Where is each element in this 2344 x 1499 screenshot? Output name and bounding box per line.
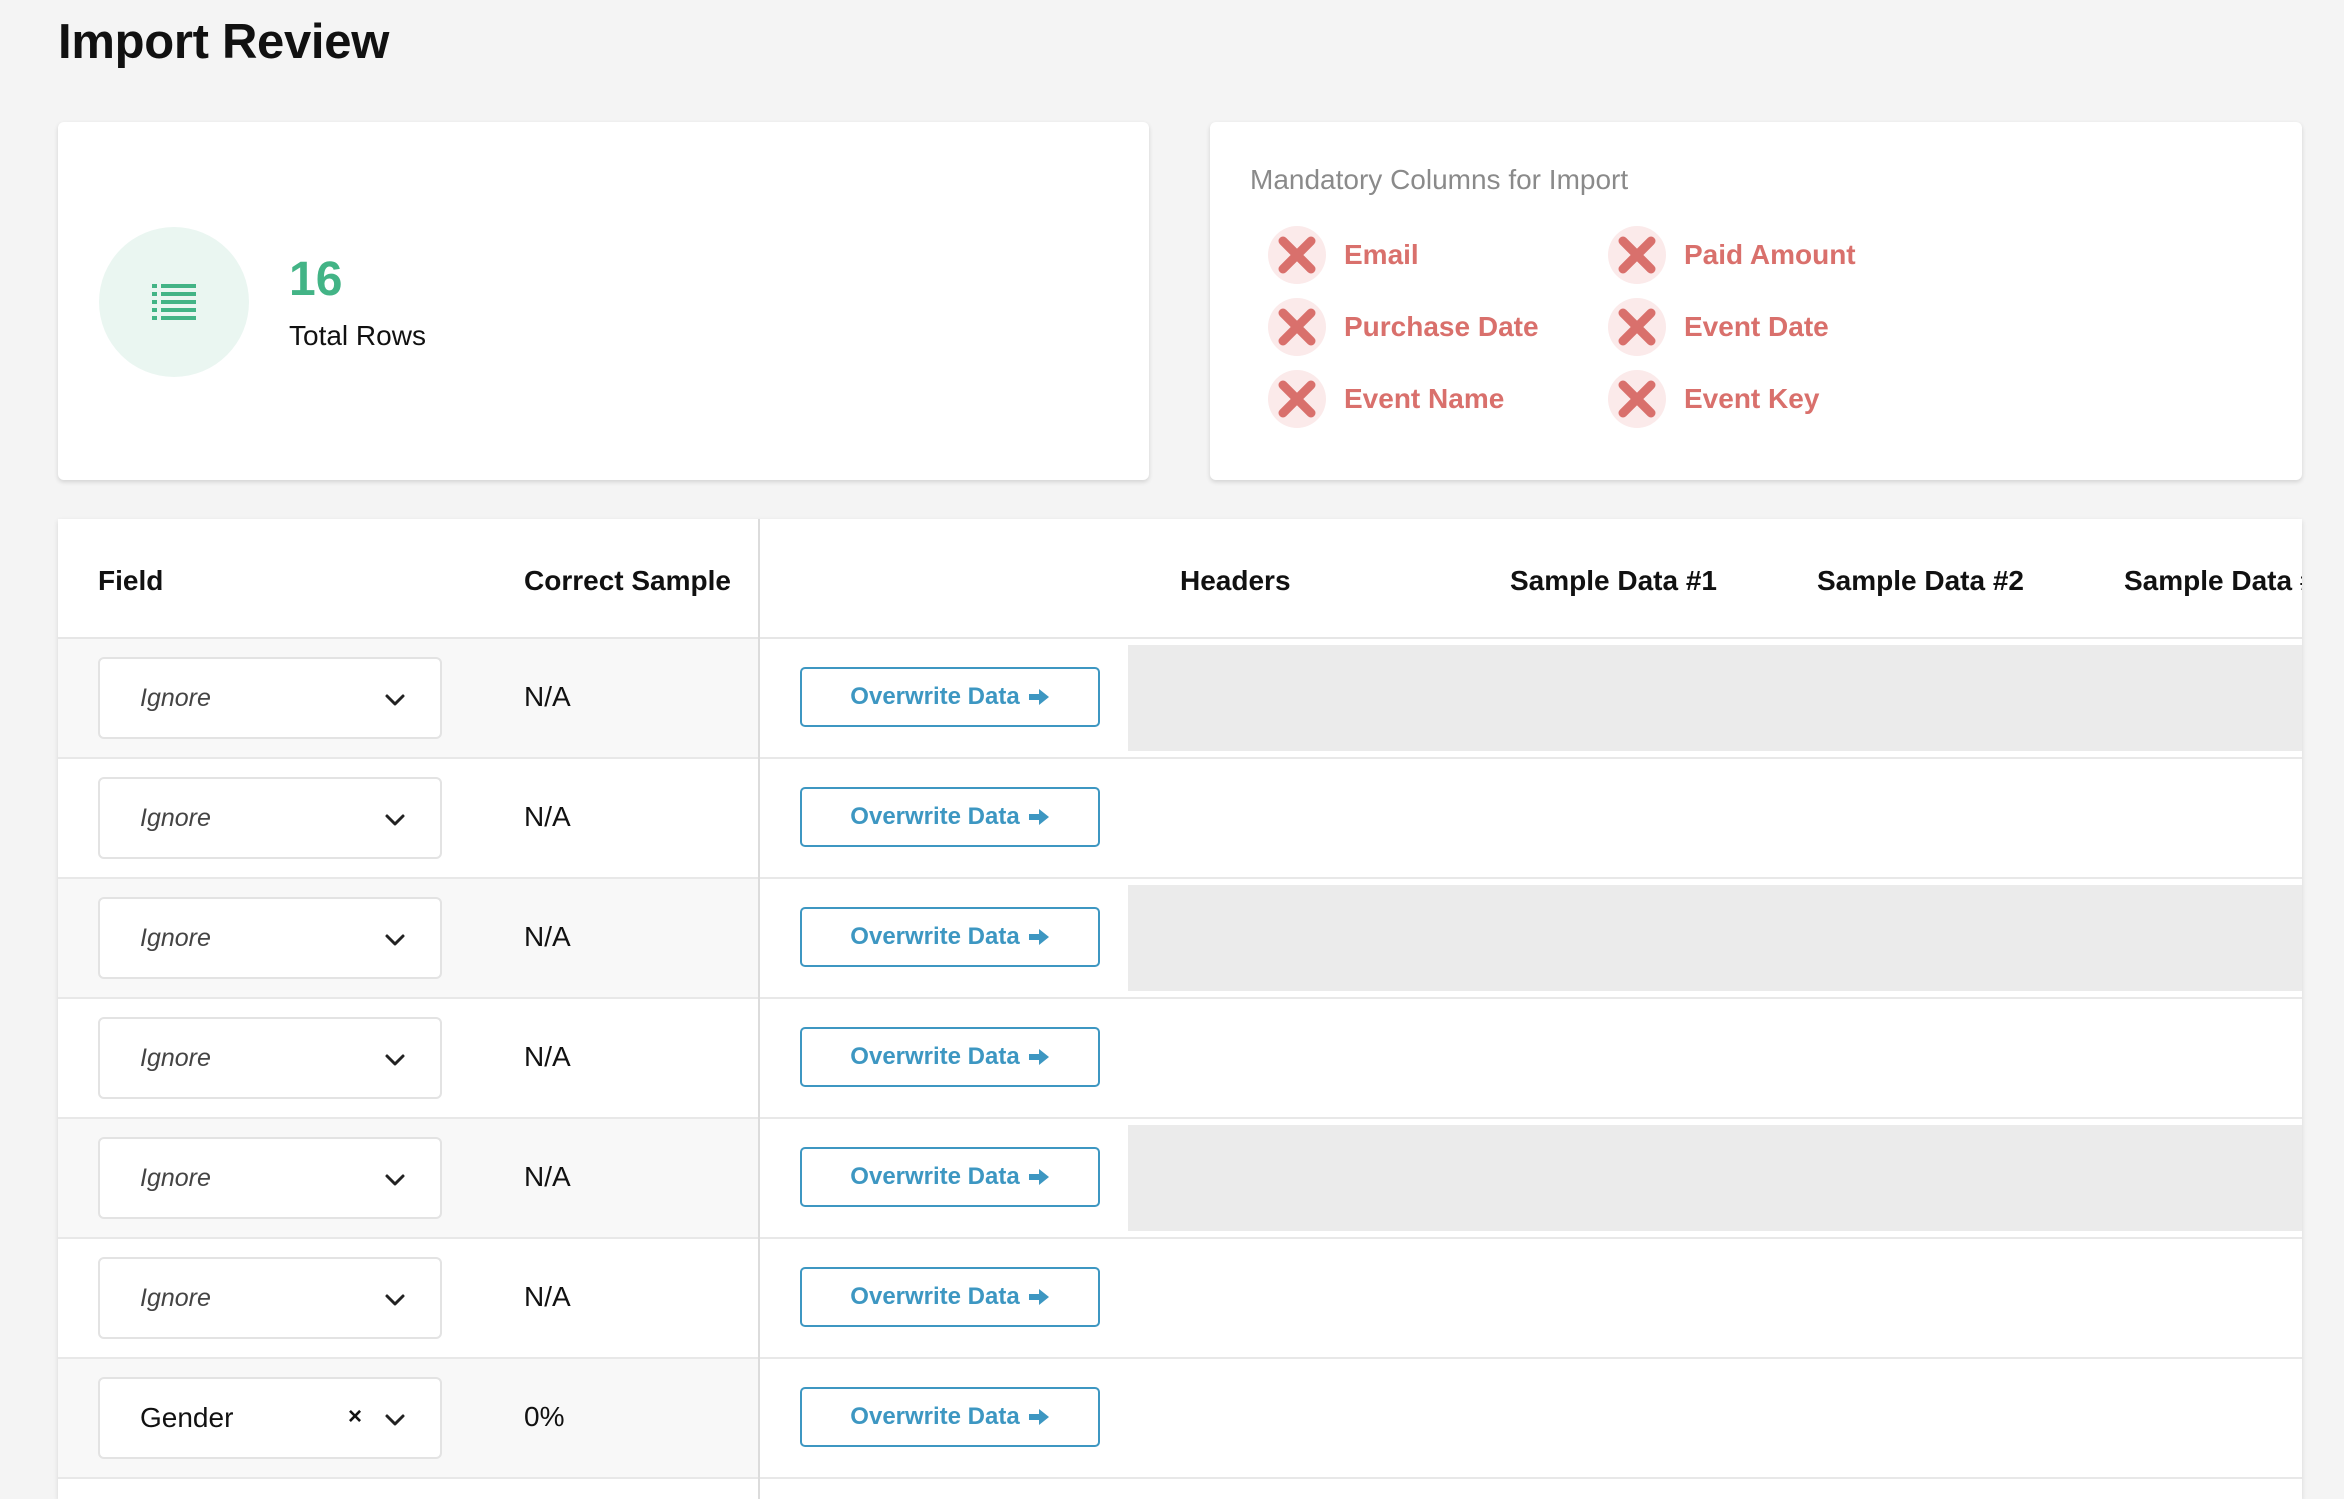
arrow-right-icon [1028, 688, 1050, 706]
mandatory-item-event-date: Event Date [1608, 298, 1829, 356]
overwrite-data-label: Overwrite Data [850, 1403, 1020, 1430]
field-select-value: Ignore [140, 924, 211, 952]
mandatory-item-paid-amount: Paid Amount [1608, 226, 1856, 284]
correct-sample-value: N/A [524, 801, 571, 832]
header-correct-sample: Correct Sample [524, 565, 731, 596]
overwrite-data-button[interactable]: Overwrite Data [800, 1027, 1100, 1087]
arrow-right-icon [1028, 808, 1050, 826]
header-sample-data-1: Sample Data #1 [1510, 565, 1717, 596]
chevron-down-icon[interactable] [384, 1409, 406, 1431]
arrow-right-icon [1028, 1168, 1050, 1186]
header-field: Field [98, 565, 164, 596]
table-row: Ignore N/A Overwrite Data [58, 759, 2302, 879]
table-row: Ignore N/A Overwrite Data [58, 999, 2302, 1119]
correct-sample-value: N/A [524, 681, 571, 712]
chevron-down-icon[interactable] [384, 809, 406, 831]
x-icon [1608, 298, 1666, 356]
mandatory-item-event-key: Event Key [1608, 370, 1819, 428]
chevron-down-icon[interactable] [384, 929, 406, 951]
mandatory-item-label: Email [1344, 239, 1419, 270]
total-rows-label: Total Rows [289, 320, 426, 351]
table-row: Ignore N/A Overwrite Data [58, 879, 2302, 999]
x-icon [1268, 226, 1326, 284]
overwrite-data-button[interactable]: Overwrite Data [800, 1387, 1100, 1447]
row-data-band [1128, 645, 2302, 751]
chevron-down-icon[interactable] [384, 689, 406, 711]
list-icon [99, 227, 249, 377]
arrow-right-icon [1028, 928, 1050, 946]
column-divider [758, 519, 760, 1499]
overwrite-data-label: Overwrite Data [850, 683, 1020, 710]
table-row: Ignore N/A Overwrite Data [58, 639, 2302, 759]
overwrite-data-button[interactable]: Overwrite Data [800, 667, 1100, 727]
total-rows-card: 16 Total Rows [58, 122, 1149, 480]
table-row: Ignore N/A Overwrite Data [58, 1119, 2302, 1239]
overwrite-data-label: Overwrite Data [850, 1043, 1020, 1070]
header-sample-data-2: Sample Data #2 [1817, 565, 2024, 596]
mandatory-columns-card: Mandatory Columns for Import Email Paid … [1210, 122, 2302, 480]
import-mapping-table: Field Correct Sample Headers Sample Data… [58, 519, 2302, 1499]
header-headers: Headers [1180, 565, 1291, 596]
mandatory-item-label: Paid Amount [1684, 239, 1856, 270]
field-select-value: Gender [140, 1402, 234, 1433]
overwrite-data-button[interactable]: Overwrite Data [800, 787, 1100, 847]
row-data-band [1128, 1125, 2302, 1231]
row-data-band [1128, 885, 2302, 991]
overwrite-data-label: Overwrite Data [850, 923, 1020, 950]
field-select[interactable]: Ignore [98, 1017, 442, 1099]
correct-sample-value: N/A [524, 1041, 571, 1072]
field-select[interactable]: Ignore [98, 777, 442, 859]
overwrite-data-button[interactable]: Overwrite Data [800, 1267, 1100, 1327]
x-icon [1268, 298, 1326, 356]
field-select-value: Ignore [140, 1044, 211, 1072]
x-icon [1608, 370, 1666, 428]
total-rows-count: 16 [289, 253, 343, 306]
chevron-down-icon[interactable] [384, 1289, 406, 1311]
field-select-value: Ignore [140, 804, 211, 832]
overwrite-data-label: Overwrite Data [850, 803, 1020, 830]
overwrite-data-label: Overwrite Data [850, 1163, 1020, 1190]
table-row: Gender × 0% Overwrite Data [58, 1359, 2302, 1479]
mandatory-columns-title: Mandatory Columns for Import [1250, 164, 1629, 195]
x-icon [1608, 226, 1666, 284]
field-select[interactable]: Gender × [98, 1377, 442, 1459]
field-select[interactable]: Ignore [98, 897, 442, 979]
overwrite-data-button[interactable]: Overwrite Data [800, 907, 1100, 967]
x-icon [1268, 370, 1326, 428]
correct-sample-value: 0% [524, 1401, 565, 1432]
field-select[interactable]: Ignore [98, 1257, 442, 1339]
mandatory-item-label: Event Name [1344, 383, 1505, 414]
arrow-right-icon [1028, 1048, 1050, 1066]
mandatory-item-purchase-date: Purchase Date [1268, 298, 1539, 356]
mandatory-item-label: Event Date [1684, 311, 1829, 342]
correct-sample-value: N/A [524, 1161, 571, 1192]
mandatory-item-label: Purchase Date [1344, 311, 1539, 342]
mandatory-item-event-name: Event Name [1268, 370, 1504, 428]
overwrite-data-label: Overwrite Data [850, 1283, 1020, 1310]
chevron-down-icon[interactable] [384, 1169, 406, 1191]
table-row: Ignore N/A Overwrite Data [58, 1239, 2302, 1359]
mandatory-item-label: Event Key [1684, 383, 1820, 414]
correct-sample-value: N/A [524, 1281, 571, 1312]
arrow-right-icon [1028, 1408, 1050, 1426]
overwrite-data-button[interactable]: Overwrite Data [800, 1147, 1100, 1207]
arrow-right-icon [1028, 1288, 1050, 1306]
header-sample-data-3: Sample Data # [2124, 565, 2302, 596]
field-select[interactable]: Ignore [98, 1137, 442, 1219]
correct-sample-value: N/A [524, 921, 571, 952]
mandatory-item-email: Email [1268, 226, 1419, 284]
field-select-value: Ignore [140, 684, 211, 712]
field-select[interactable]: Ignore [98, 657, 442, 739]
clear-icon[interactable]: × [348, 1403, 362, 1431]
field-select-value: Ignore [140, 1284, 211, 1312]
page-title: Import Review [58, 15, 390, 69]
chevron-down-icon[interactable] [384, 1049, 406, 1071]
field-select-value: Ignore [140, 1164, 211, 1192]
